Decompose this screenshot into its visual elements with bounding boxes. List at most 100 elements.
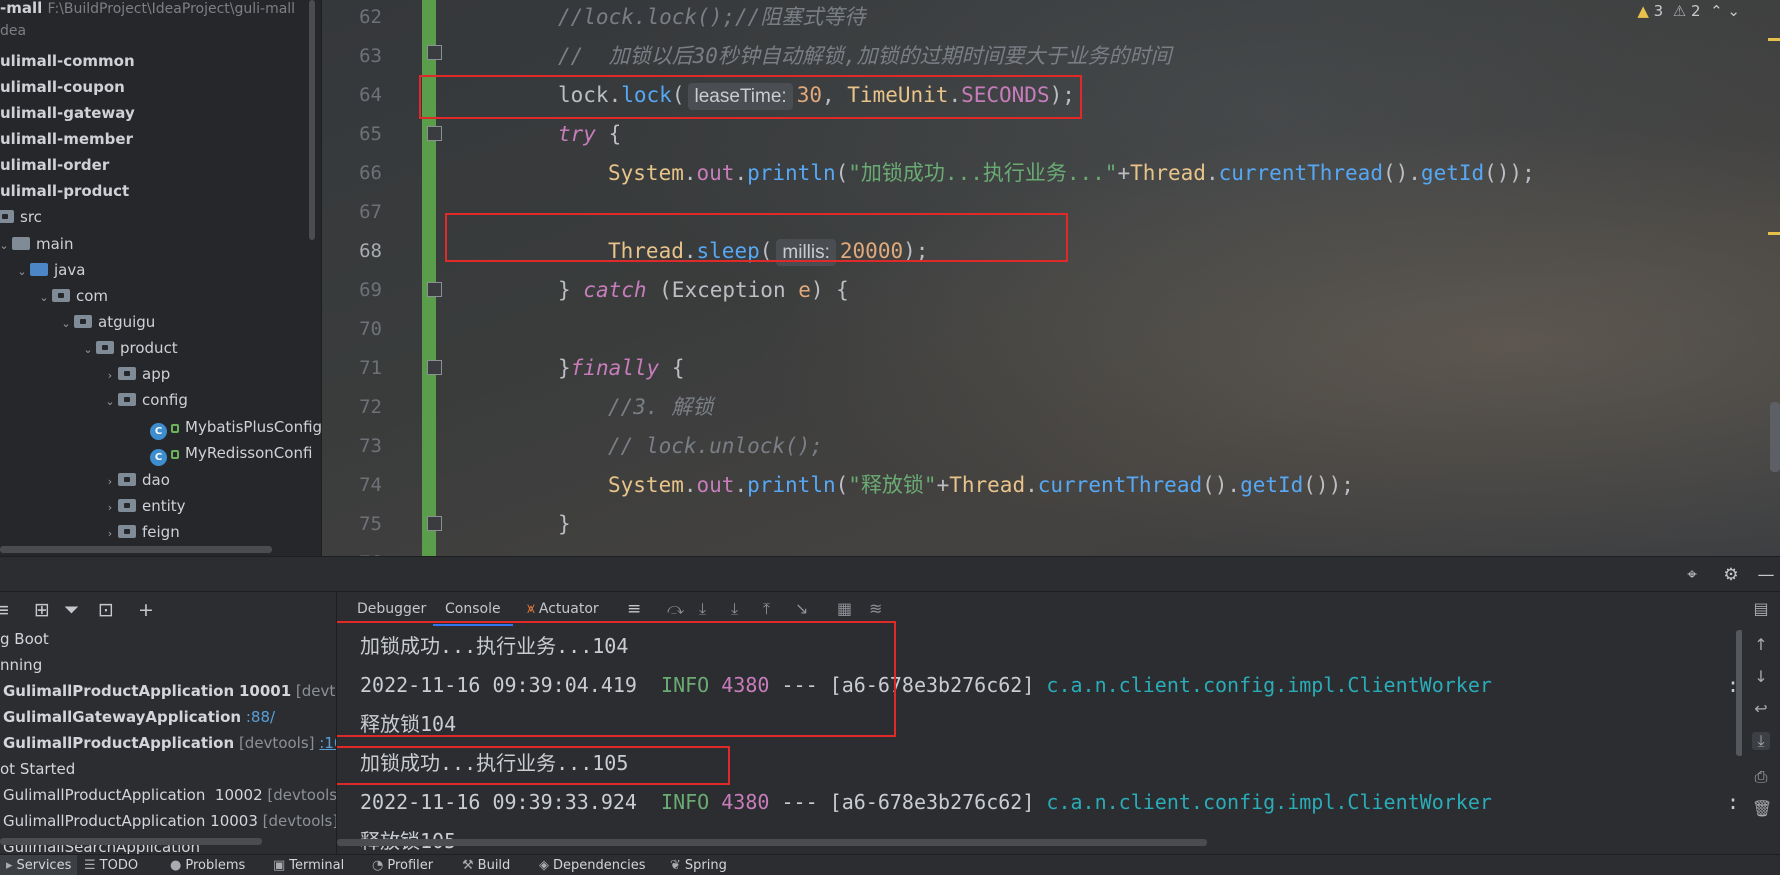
- code-line-71[interactable]: }finally {: [558, 349, 684, 388]
- tree-item-com[interactable]: ⌄ com: [36, 283, 108, 309]
- service-port-link[interactable]: :88/: [246, 708, 275, 726]
- services-hscrollbar[interactable]: [0, 838, 262, 845]
- inspection-widget[interactable]: ▲ 3 ⚠ 2 ⌃ ⌄: [1637, 2, 1740, 20]
- tree-item-atguigu[interactable]: ⌄ atguigu: [58, 309, 155, 335]
- tree-item-java[interactable]: ⌄ java: [14, 257, 85, 283]
- code-line-72[interactable]: //3. 解锁: [608, 388, 713, 427]
- tree-item-gulimall-coupon[interactable]: ulimall-coupon: [0, 74, 125, 100]
- tree-item-dao[interactable]: › dao: [102, 467, 170, 493]
- code-line-74[interactable]: System.out.println("释放锁"+Thread.currentT…: [608, 466, 1354, 505]
- tree-item-gulimall-product[interactable]: ulimall-product: [0, 178, 129, 204]
- code-line-73[interactable]: // lock.unlock();: [608, 427, 823, 466]
- code-token: finally: [570, 356, 660, 380]
- code-line-65[interactable]: try {: [558, 115, 621, 154]
- toolbar-build[interactable]: ⚒ Build: [456, 855, 516, 875]
- services-group-spring-boot[interactable]: g Boot: [0, 626, 49, 652]
- code-line-69[interactable]: } catch (Exception e) {: [558, 271, 849, 310]
- project-scrollbar[interactable]: [309, 0, 315, 240]
- toolbar-todo[interactable]: ☰ TODO: [78, 855, 144, 875]
- console-log-line[interactable]: 2022-11-16 09:39:33.924 INFO 4380 --- [a…: [360, 783, 1492, 822]
- chevron-down-icon[interactable]: ⌄: [1727, 2, 1740, 20]
- tree-item-my-redisson-config[interactable]: C MyRedissonConfi: [150, 440, 312, 466]
- profiler-icon: ◔: [372, 858, 384, 873]
- fold-marker-icon[interactable]: [427, 360, 442, 375]
- gear-icon[interactable]: ⚙: [1722, 566, 1740, 584]
- tree-item-entity[interactable]: › entity: [102, 493, 186, 519]
- code-line-63[interactable]: // 加锁以后30秒钟自动解锁,加锁的过期时间要大于业务的时间: [558, 37, 1172, 76]
- chevron-down-icon[interactable]: ⌄: [58, 311, 74, 337]
- tree-item-feign[interactable]: › feign: [102, 519, 180, 545]
- code-token: out: [696, 161, 735, 185]
- console-output-line[interactable]: 释放锁105: [360, 822, 456, 854]
- chevron-down-icon[interactable]: ⌄: [14, 259, 30, 285]
- toolbar-dependencies[interactable]: ◈ Dependencies: [533, 855, 652, 875]
- add-icon[interactable]: +: [138, 599, 154, 621]
- error-stripe-marker[interactable]: [1768, 232, 1780, 235]
- services-item[interactable]: GulimallProductApplication 10001 [devtoo…: [3, 678, 336, 704]
- toolbar-profiler[interactable]: ◔ Profiler: [366, 855, 439, 875]
- toolbar-problems[interactable]: ● Problems: [164, 855, 251, 875]
- editor-scrollbar[interactable]: [1770, 402, 1780, 472]
- package-icon: [118, 499, 136, 512]
- code-token: "加锁成功...执行业务...": [848, 161, 1118, 185]
- minimize-icon[interactable]: —: [1757, 566, 1775, 584]
- error-stripe-marker[interactable]: [1768, 38, 1780, 41]
- chevron-right-icon[interactable]: ›: [102, 469, 118, 495]
- service-port-link[interactable]: :10000: [319, 734, 336, 752]
- chevron-down-icon[interactable]: ⌄: [102, 389, 118, 415]
- chevron-right-icon[interactable]: ›: [102, 495, 118, 521]
- filter-icon[interactable]: ⏷: [64, 599, 79, 621]
- code-line-62[interactable]: //lock.lock();//阻塞式等待: [558, 0, 865, 37]
- fold-marker-icon[interactable]: [427, 516, 442, 531]
- toolbar-services[interactable]: ▸ Services: [0, 855, 78, 875]
- tree-item-gulimall-common[interactable]: ulimall-common: [0, 48, 135, 74]
- services-group-not-started[interactable]: ot Started: [0, 756, 75, 782]
- toolbar-spring[interactable]: ❦ Spring: [664, 855, 733, 875]
- chevron-right-icon[interactable]: ›: [102, 363, 118, 389]
- services-item[interactable]: GulimallGatewayApplication :88/: [3, 704, 275, 730]
- services-item[interactable]: GulimallProductApplication 10002 [devtoo…: [3, 782, 336, 808]
- down-arrow-icon[interactable]: ↓: [1752, 668, 1770, 686]
- code-line-75[interactable]: }: [558, 505, 571, 544]
- services-group-running[interactable]: nning: [0, 652, 42, 678]
- class-icon: C: [150, 449, 167, 466]
- fold-marker-icon[interactable]: [427, 126, 442, 141]
- fold-marker-icon[interactable]: [427, 45, 442, 60]
- code-line-66[interactable]: System.out.println("加锁成功...执行业务..."+Thre…: [608, 154, 1535, 193]
- tree-item-app[interactable]: › app: [102, 361, 170, 387]
- collapse-icon[interactable]: ≡: [0, 599, 10, 621]
- chevron-down-icon[interactable]: ⌄: [0, 233, 12, 259]
- scroll-to-end-icon[interactable]: ⤓: [1752, 732, 1770, 750]
- services-item[interactable]: GulimallProductApplication [devtools] :1…: [3, 730, 336, 756]
- tree-item-mybatis-plus-config[interactable]: C MybatisPlusConfig: [150, 414, 321, 440]
- tree-item-main[interactable]: ⌄ main: [0, 231, 73, 257]
- soft-wrap-icon[interactable]: ↩: [1752, 700, 1770, 718]
- chevron-up-icon[interactable]: ⌃: [1710, 2, 1723, 20]
- services-item[interactable]: GulimallProductApplication 10003 [devtoo…: [3, 808, 336, 834]
- fold-marker-icon[interactable]: [427, 282, 442, 297]
- target-icon[interactable]: ⌖: [1683, 566, 1701, 584]
- tree-item-gulimall-gateway[interactable]: ulimall-gateway: [0, 100, 135, 126]
- group-icon[interactable]: ⊞: [34, 599, 50, 621]
- project-hscrollbar[interactable]: [0, 546, 272, 553]
- tree-item-gulimall-order[interactable]: ulimall-order: [0, 152, 109, 178]
- toolbar-terminal[interactable]: ▣ Terminal: [267, 855, 350, 875]
- code-editor[interactable]: ▲ 3 ⚠ 2 ⌃ ⌄ 62 63 64 65 66 67 68 69 70 7…: [322, 0, 1780, 556]
- chevron-down-icon[interactable]: ⌄: [36, 285, 52, 311]
- new-tab-icon[interactable]: ⊡: [98, 599, 114, 621]
- chevron-down-icon[interactable]: ⌄: [80, 337, 96, 363]
- chevron-right-icon[interactable]: ›: [102, 521, 118, 547]
- tree-item-idea[interactable]: dea: [0, 18, 26, 44]
- line-number: 72: [359, 396, 382, 418]
- layout-icon[interactable]: ▤: [1752, 600, 1770, 618]
- folder-icon: [12, 237, 30, 250]
- up-arrow-icon[interactable]: ↑: [1752, 636, 1770, 654]
- tree-item-config[interactable]: ⌄ config: [102, 387, 188, 413]
- project-root[interactable]: -mall F:\BuildProject\IdeaProject\guli-m…: [0, 0, 295, 21]
- console-hscrollbar[interactable]: [337, 839, 1207, 846]
- tree-item-product[interactable]: ⌄ product: [80, 335, 177, 363]
- tree-item-gulimall-member[interactable]: ulimall-member: [0, 126, 133, 152]
- print-icon[interactable]: ⎙: [1752, 768, 1770, 786]
- tree-item-src[interactable]: src: [0, 204, 42, 230]
- trash-icon[interactable]: 🗑: [1752, 800, 1772, 818]
